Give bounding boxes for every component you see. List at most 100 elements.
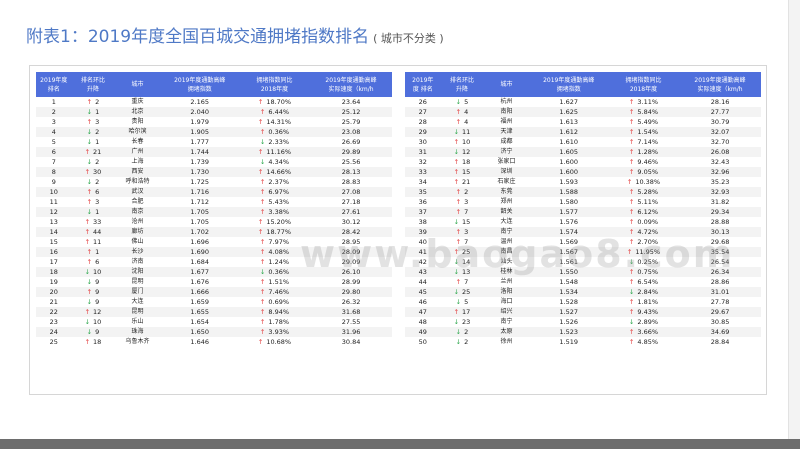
yoy-cell: ↑ 5.84% bbox=[607, 107, 680, 117]
rank-cell: 30 bbox=[418, 138, 427, 146]
change-cell: ↑ 18 bbox=[72, 337, 115, 347]
rank-cell: 6 bbox=[36, 147, 72, 157]
rank-cell: 40 bbox=[418, 238, 427, 246]
change-cell: ↓ 11 bbox=[440, 127, 484, 137]
arrow-up-icon: ↑ bbox=[455, 198, 462, 206]
arrow-down-icon: ↓ bbox=[259, 158, 266, 166]
table-row: 20 ↑ 9 厦门 1.666 ↑ 7.46% 29.80 bbox=[36, 287, 392, 297]
change-cell: ↓ 5 bbox=[441, 297, 484, 307]
speed-cell: 35.23 bbox=[710, 178, 730, 186]
table-row: 31 ↓ 12 济宁 1.605 ↑ 1.28% 26.08 bbox=[405, 147, 761, 157]
city-cell: 昆明 bbox=[114, 307, 161, 317]
arrow-up-icon: ↑ bbox=[628, 158, 635, 166]
yoy-value: 6.97% bbox=[268, 188, 290, 196]
change-value: 10 bbox=[93, 268, 102, 276]
change-value: 3 bbox=[464, 228, 469, 236]
yoy-value: 5.28% bbox=[637, 188, 659, 196]
arrow-up-icon: ↑ bbox=[257, 228, 264, 236]
rank-cell: 15 bbox=[49, 238, 58, 246]
rank-cell: 23 bbox=[49, 318, 58, 326]
bottom-bar bbox=[0, 439, 800, 449]
city-cell: 太原 bbox=[483, 327, 530, 337]
arrow-down-icon: ↓ bbox=[86, 208, 93, 216]
table-row: 45 ↓ 25 洛阳 1.534 ↓ 2.84% 31.01 bbox=[405, 287, 761, 297]
arrow-down-icon: ↓ bbox=[259, 268, 266, 276]
city-cell: 乐山 bbox=[131, 318, 144, 325]
speed-cell: 25.56 bbox=[341, 158, 361, 166]
change-value: 15 bbox=[462, 168, 471, 176]
table-row: 13 ↑ 33 沧州 1.705 ↑ 15.20% 30.12 bbox=[36, 217, 392, 227]
yoy-cell: ↑ 9.05% bbox=[607, 167, 680, 177]
rank-cell: 49 bbox=[405, 327, 441, 337]
yoy-cell: ↑ 1.54% bbox=[607, 127, 680, 137]
arrow-down-icon: ↓ bbox=[86, 178, 93, 186]
arrow-down-icon: ↓ bbox=[455, 338, 462, 346]
page-title: 附表1：2019年度全国百城交通拥堵指数排名( 城市不分类 ) bbox=[26, 22, 444, 47]
index-cell: 1.519 bbox=[559, 338, 579, 346]
change-value: 5 bbox=[464, 298, 469, 306]
yoy-value: 7.46% bbox=[268, 288, 290, 296]
yoy-cell: ↑ 0.36% bbox=[238, 127, 311, 137]
arrow-up-icon: ↑ bbox=[628, 208, 635, 216]
yoy-cell: ↑ 3.11% bbox=[608, 97, 679, 107]
change-cell: ↑ 11 bbox=[72, 237, 115, 247]
rank-cell: 24 bbox=[36, 327, 72, 337]
change-cell: ↓ 5 bbox=[441, 97, 484, 107]
rank-cell: 29 bbox=[405, 127, 441, 137]
arrow-up-icon: ↑ bbox=[259, 248, 266, 256]
yoy-cell: ↓ 2.84% bbox=[607, 287, 680, 297]
table-row: 37 ↑ 7 韶关 1.577 ↑ 6.12% 29.34 bbox=[405, 207, 761, 217]
arrow-down-icon: ↓ bbox=[453, 128, 460, 136]
rank-cell: 46 bbox=[418, 298, 427, 306]
arrow-up-icon: ↑ bbox=[628, 138, 635, 146]
index-cell: 1.613 bbox=[559, 118, 579, 126]
table-row: 34 ↑ 21 石家庄 1.593 ↑ 10.38% 35.23 bbox=[405, 177, 761, 187]
change-cell: ↑ 10 bbox=[441, 137, 484, 147]
vertical-scrollbar[interactable] bbox=[788, 0, 800, 449]
change-cell: ↓ 15 bbox=[441, 217, 484, 227]
arrow-up-icon: ↑ bbox=[86, 188, 93, 196]
arrow-down-icon: ↓ bbox=[453, 268, 460, 276]
change-value: 10 bbox=[93, 318, 102, 326]
arrow-down-icon: ↓ bbox=[84, 268, 91, 276]
change-cell: ↓ 9 bbox=[71, 327, 115, 337]
yoy-cell: ↑ 1.24% bbox=[239, 257, 310, 267]
rank-cell: 21 bbox=[49, 298, 58, 306]
rank-cell: 41 bbox=[405, 247, 441, 257]
arrow-up-icon: ↑ bbox=[453, 248, 460, 256]
table-panel: 2019年度 排名 排名环比 升降 城市 2019年度通勤高峰 拥堵指数 拥堵指数同比… bbox=[29, 65, 767, 395]
rank-cell: 31 bbox=[405, 147, 441, 157]
index-cell: 1.677 bbox=[160, 267, 239, 277]
change-cell: ↑ 44 bbox=[71, 227, 115, 237]
speed-cell: 32.93 bbox=[679, 187, 761, 197]
change-value: 3 bbox=[95, 198, 100, 206]
yoy-cell: ↑ 0.09% bbox=[608, 217, 679, 227]
yoy-cell: ↑ 3.66% bbox=[607, 327, 680, 337]
header-change: 排名环比 升降 bbox=[440, 72, 484, 97]
index-cell: 1.979 bbox=[190, 118, 210, 126]
speed-cell: 31.82 bbox=[710, 198, 730, 206]
yoy-value: 2.33% bbox=[268, 138, 290, 146]
rank-cell: 8 bbox=[36, 167, 72, 177]
yoy-cell: ↑ 4.08% bbox=[238, 247, 311, 257]
yoy-cell: ↑ 11.95% bbox=[607, 247, 680, 257]
yoy-value: 5.84% bbox=[637, 108, 659, 116]
yoy-value: 3.93% bbox=[268, 328, 290, 336]
index-cell: 1.702 bbox=[160, 227, 239, 237]
index-cell: 1.676 bbox=[190, 278, 210, 286]
index-cell: 1.627 bbox=[559, 98, 579, 106]
speed-cell: 29.09 bbox=[341, 258, 361, 266]
change-cell: ↑ 21 bbox=[441, 177, 484, 187]
rank-cell: 7 bbox=[51, 158, 56, 166]
table-row: 35 ↑ 2 东莞 1.588 ↑ 5.28% 32.93 bbox=[405, 187, 761, 197]
change-value: 2 bbox=[464, 188, 469, 196]
change-cell: ↑ 2 bbox=[440, 187, 484, 197]
speed-cell: 30.85 bbox=[710, 318, 730, 326]
header-index: 2019年度通勤高峰 拥堵指数 bbox=[160, 72, 239, 97]
city-cell: 厦门 bbox=[114, 287, 161, 297]
rank-cell: 9 bbox=[51, 178, 56, 186]
city-cell: 上海 bbox=[131, 158, 144, 165]
arrow-up-icon: ↑ bbox=[628, 238, 635, 246]
speed-cell: 28.86 bbox=[710, 278, 730, 286]
arrow-down-icon: ↓ bbox=[86, 108, 93, 116]
